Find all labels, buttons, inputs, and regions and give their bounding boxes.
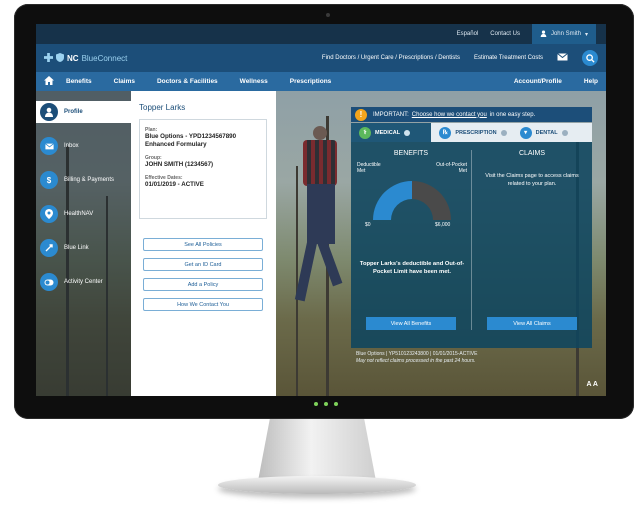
blueconnect-logo[interactable]: NC BlueConnect bbox=[44, 52, 128, 64]
view-all-benefits-button[interactable]: View All Benefits bbox=[366, 317, 456, 330]
rail-label-profile: Profile bbox=[64, 109, 83, 115]
rail-item-blue-link[interactable]: Blue Link bbox=[36, 237, 131, 259]
add-policy-button[interactable]: Add a Policy bbox=[143, 278, 263, 291]
nav-benefits[interactable]: Benefits bbox=[66, 78, 92, 85]
toggle-icon bbox=[40, 273, 58, 291]
policy-footer-line: Blue Options | YP510123243800 | 01/01/20… bbox=[356, 351, 478, 357]
main-nav: Benefits Claims Doctors & Facilities Wel… bbox=[36, 72, 606, 91]
monitor-indicator-lights bbox=[314, 402, 338, 406]
contact-us-link[interactable]: Contact Us bbox=[490, 31, 520, 37]
important-suffix: in one easy step. bbox=[489, 111, 536, 118]
tab-indicator-icon bbox=[404, 129, 411, 136]
group-value: JOHN SMITH (1234567) bbox=[145, 161, 214, 168]
important-banner: ! IMPORTANT: Choose how we contact you i… bbox=[351, 107, 592, 122]
tab-dental[interactable]: ▾ DENTAL bbox=[511, 123, 592, 142]
contact-preferences-link[interactable]: Choose how we contact you bbox=[412, 112, 487, 118]
dollar-icon: $ bbox=[40, 171, 58, 189]
nav-right: Account/Profile Help bbox=[514, 78, 598, 85]
font-size-control[interactable]: A A bbox=[586, 381, 598, 388]
chevron-down-icon: ▾ bbox=[584, 31, 588, 38]
nav-account-profile[interactable]: Account/Profile bbox=[514, 78, 562, 85]
how-we-contact-you-button[interactable]: How We Contact You bbox=[143, 298, 263, 311]
benefits-summary: Topper Larks's deductible and Out-of-Poc… bbox=[359, 261, 465, 275]
tab-label-prescription: PRESCRIPTION bbox=[455, 129, 497, 136]
find-doctors-link[interactable]: Find Doctors / Urgent Care / Prescriptio… bbox=[322, 55, 460, 61]
cross-icon bbox=[44, 52, 53, 64]
utility-bar: Español Contact Us John Smith ▾ bbox=[36, 24, 606, 44]
monitor-stand-neck bbox=[258, 419, 376, 481]
shield-icon bbox=[56, 52, 64, 64]
policy-footer: Blue Options | YP510123243800 | 01/01/20… bbox=[356, 351, 477, 365]
rail-label-activity-center: Activity Center bbox=[64, 279, 103, 285]
benefits-claims-panel: BENEFITS Deductible Met Out-of-Pocket Me… bbox=[351, 142, 592, 348]
brand-bar: NC BlueConnect Find Doctors / Urgent Car… bbox=[36, 44, 606, 72]
tab-indicator-icon bbox=[561, 129, 568, 136]
profile-panel: Topper Larks Plan: Blue Options - YPD123… bbox=[131, 91, 276, 396]
coverage-tabs: ⚕ MEDICAL ℞ PRESCRIPTION ▾ DENTAL bbox=[351, 123, 592, 142]
rail-label-healthnav: HealthNAV bbox=[64, 211, 94, 217]
nav-doctors-facilities[interactable]: Doctors & Facilities bbox=[157, 78, 218, 85]
important-prefix: IMPORTANT: bbox=[373, 111, 409, 118]
oop-met-label: Out-of-Pocket Met bbox=[436, 162, 467, 174]
panel-divider bbox=[471, 150, 472, 330]
tab-prescription[interactable]: ℞ PRESCRIPTION bbox=[431, 123, 512, 142]
estimate-costs-link[interactable]: Estimate Treatment Costs bbox=[474, 55, 543, 61]
warning-icon: ! bbox=[355, 108, 367, 121]
rx-icon: ℞ bbox=[439, 126, 452, 139]
stethoscope-icon: ⚕ bbox=[359, 126, 371, 139]
mail-icon[interactable] bbox=[557, 53, 568, 63]
deductible-met-label: Deductible Met bbox=[357, 162, 381, 174]
home-icon[interactable] bbox=[44, 76, 66, 87]
get-id-card-button[interactable]: Get an ID Card bbox=[143, 258, 263, 271]
user-icon bbox=[540, 29, 547, 39]
rail-item-activity-center[interactable]: Activity Center bbox=[36, 271, 131, 293]
view-all-claims-button[interactable]: View All Claims bbox=[487, 317, 577, 330]
gauge-min-value: $0 bbox=[365, 222, 371, 228]
nav-help[interactable]: Help bbox=[584, 78, 598, 85]
rail-item-healthnav[interactable]: HealthNAV bbox=[36, 203, 131, 225]
nav-wellness[interactable]: Wellness bbox=[240, 78, 268, 85]
webcam bbox=[326, 13, 330, 17]
screen: Español Contact Us John Smith ▾ NC BlueC… bbox=[36, 24, 606, 396]
deductible-gauge bbox=[373, 181, 451, 220]
claims-description: Visit the Claims page to access claims r… bbox=[485, 173, 579, 187]
member-name: Topper Larks bbox=[139, 103, 186, 112]
espanol-link[interactable]: Español bbox=[457, 31, 479, 37]
tab-indicator-icon bbox=[500, 129, 507, 136]
gauge-max-value: $6,000 bbox=[435, 222, 451, 228]
nav-claims[interactable]: Claims bbox=[114, 78, 135, 85]
logo-blueconnect: BlueConnect bbox=[81, 53, 128, 63]
rail-item-inbox[interactable]: Inbox bbox=[36, 135, 131, 157]
brand-links: Find Doctors / Urgent Care / Prescriptio… bbox=[322, 50, 598, 66]
tooth-icon: ▾ bbox=[519, 126, 532, 139]
claims-title: CLAIMS bbox=[518, 150, 546, 157]
rail-label-billing: Billing & Payments bbox=[64, 177, 115, 183]
left-rail: Profile Inbox $ Billing & Payments Healt… bbox=[36, 91, 131, 396]
effective-value: 01/01/2019 - ACTIVE bbox=[145, 181, 204, 188]
location-icon bbox=[40, 205, 58, 223]
tab-label-dental: DENTAL bbox=[535, 129, 558, 136]
person-icon bbox=[40, 103, 58, 121]
benefits-title: BENEFITS bbox=[393, 150, 429, 157]
link-icon bbox=[40, 239, 58, 257]
tab-label-medical: MEDICAL bbox=[375, 129, 401, 136]
plan-card: Plan: Blue Options - YPD1234567890 Enhan… bbox=[139, 119, 267, 219]
rail-label-inbox: Inbox bbox=[64, 143, 79, 149]
tab-medical[interactable]: ⚕ MEDICAL bbox=[351, 123, 432, 142]
rail-label-blue-link: Blue Link bbox=[64, 245, 89, 251]
see-all-policies-button[interactable]: See All Policies bbox=[143, 238, 263, 251]
monitor-stand-base bbox=[218, 476, 416, 494]
claims-disclaimer: May not reflect claims processed in the … bbox=[356, 358, 476, 364]
rail-item-profile[interactable]: Profile bbox=[36, 101, 131, 123]
plan-value: Blue Options - YPD1234567890 Enhanced Fo… bbox=[145, 133, 237, 148]
user-menu[interactable]: John Smith ▾ bbox=[531, 24, 596, 44]
logo-nc: NC bbox=[67, 53, 79, 63]
rail-item-billing[interactable]: $ Billing & Payments bbox=[36, 169, 131, 191]
nav-prescriptions[interactable]: Prescriptions bbox=[290, 78, 332, 85]
user-name: John Smith bbox=[550, 31, 581, 37]
mail-icon bbox=[40, 137, 58, 155]
search-icon[interactable] bbox=[582, 50, 598, 66]
hiker-figure bbox=[291, 126, 351, 326]
